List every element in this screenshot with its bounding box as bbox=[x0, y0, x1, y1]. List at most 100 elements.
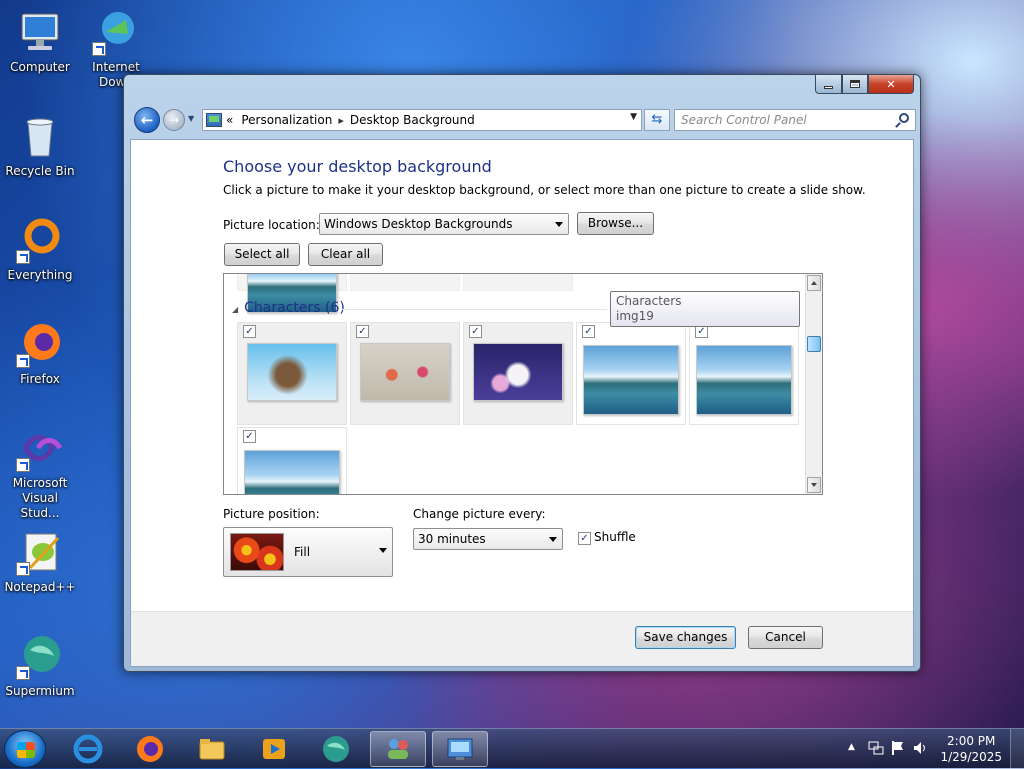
cancel-button[interactable]: Cancel bbox=[748, 626, 823, 649]
desktop-icon-firefox[interactable]: Firefox bbox=[4, 320, 76, 387]
thumbnail-tooltip: Characters img19 bbox=[610, 291, 800, 327]
tooltip-title: Characters bbox=[616, 294, 682, 308]
scroll-down-button[interactable] bbox=[807, 477, 821, 493]
desktop-icon-label: Computer bbox=[10, 60, 70, 74]
action-center-flag-icon[interactable] bbox=[890, 740, 906, 756]
system-tray: ▲ 2:00 PM 1/29/2025 bbox=[834, 729, 1024, 769]
back-button[interactable]: ← bbox=[134, 107, 160, 133]
search-input[interactable]: Search Control Panel bbox=[674, 109, 916, 131]
gallery-item[interactable]: ✓ bbox=[689, 322, 799, 425]
picture-position-label: Picture position: bbox=[223, 507, 320, 521]
search-icon[interactable] bbox=[899, 113, 909, 123]
maximize-button[interactable] bbox=[842, 75, 868, 94]
taskbar-internet-explorer[interactable] bbox=[60, 731, 116, 767]
wallpaper-thumbnail bbox=[247, 343, 337, 401]
visual-studio-icon bbox=[16, 424, 64, 472]
desktop-icon-everything[interactable]: Everything bbox=[4, 216, 76, 283]
scroll-up-button[interactable] bbox=[807, 275, 821, 291]
gallery-item[interactable]: ✓ bbox=[576, 322, 686, 425]
computer-icon bbox=[16, 8, 64, 56]
maximize-icon bbox=[850, 80, 860, 88]
show-desktop-button[interactable] bbox=[1010, 729, 1024, 769]
desktop-icon-label: Everything bbox=[7, 268, 73, 282]
network-icon[interactable] bbox=[868, 740, 884, 756]
page-title: Choose your desktop background bbox=[223, 157, 492, 176]
browse-button[interactable]: Browse... bbox=[577, 212, 654, 235]
address-dropdown-icon[interactable]: ▼ bbox=[630, 112, 637, 122]
desktop-icon-label: Firefox bbox=[20, 372, 60, 386]
refresh-button[interactable]: ⇆ bbox=[644, 109, 670, 131]
picture-location-label: Picture location: bbox=[223, 218, 320, 232]
forward-arrow-icon: → bbox=[168, 113, 180, 127]
recent-pages-dropdown[interactable]: ▼ bbox=[188, 114, 194, 123]
breadcrumb-desktop-background[interactable]: Desktop Background bbox=[350, 113, 475, 127]
desktop-icon-computer[interactable]: Computer bbox=[4, 8, 76, 75]
forward-button[interactable]: → bbox=[163, 109, 185, 131]
supermium-icon bbox=[323, 736, 349, 762]
close-icon: ✕ bbox=[886, 77, 896, 91]
gallery-item[interactable]: ✓ bbox=[463, 322, 573, 425]
collapse-triangle-icon[interactable]: ◢ bbox=[232, 305, 238, 314]
select-all-button[interactable]: Select all bbox=[224, 243, 300, 266]
everything-search-icon bbox=[16, 216, 64, 264]
show-hidden-icons-button[interactable]: ▲ bbox=[848, 742, 855, 752]
item-checkbox[interactable]: ✓ bbox=[469, 325, 482, 338]
desktop-icon-visual-studio[interactable]: Microsoft Visual Stud... bbox=[4, 424, 76, 521]
picture-position-select[interactable]: Fill bbox=[223, 527, 393, 577]
taskbar: ▲ 2:00 PM 1/29/2025 bbox=[0, 728, 1024, 769]
desktop-icon-recycle-bin[interactable]: Recycle Bin bbox=[4, 112, 76, 179]
item-checkbox[interactable]: ✓ bbox=[243, 325, 256, 338]
gallery-scrollbar[interactable] bbox=[805, 274, 822, 494]
firefox-icon bbox=[16, 320, 64, 368]
clear-all-button[interactable]: Clear all bbox=[308, 243, 383, 266]
gallery-item[interactable]: ✓ bbox=[237, 322, 347, 425]
recycle-bin-icon bbox=[16, 112, 64, 160]
taskbar-firefox[interactable] bbox=[122, 731, 178, 767]
taskbar-supermium[interactable] bbox=[308, 731, 364, 767]
clock-date: 1/29/2025 bbox=[940, 750, 1002, 764]
wallpaper-thumbnail bbox=[360, 343, 450, 401]
breadcrumb-personalization[interactable]: Personalization bbox=[241, 113, 332, 127]
scrollbar-thumb[interactable] bbox=[807, 336, 821, 352]
taskbar-file-explorer[interactable] bbox=[184, 731, 240, 767]
page-description: Click a picture to make it your desktop … bbox=[223, 183, 866, 197]
breadcrumb-prefix[interactable]: « bbox=[226, 113, 233, 127]
item-checkbox[interactable]: ✓ bbox=[356, 325, 369, 338]
picture-location-select[interactable]: Windows Desktop Backgrounds bbox=[319, 213, 569, 235]
change-picture-label: Change picture every: bbox=[413, 507, 546, 521]
notepadpp-icon bbox=[16, 528, 64, 576]
change-interval-select[interactable]: 30 minutes bbox=[413, 528, 563, 550]
address-bar[interactable]: « Personalization ▸ Desktop Background ▼ bbox=[202, 109, 642, 131]
taskbar-control-panel[interactable] bbox=[432, 731, 488, 767]
file-explorer-icon bbox=[199, 739, 225, 760]
clock[interactable]: 2:00 PM 1/29/2025 bbox=[940, 733, 1002, 765]
desktop-icon-supermium[interactable]: Supermium bbox=[4, 632, 76, 699]
shuffle-label[interactable]: Shuffle bbox=[594, 530, 636, 544]
item-checkbox[interactable]: ✓ bbox=[582, 325, 595, 338]
tooltip-filename: img19 bbox=[616, 309, 654, 323]
taskbar-users-app[interactable] bbox=[370, 731, 426, 767]
close-button[interactable]: ✕ bbox=[868, 75, 914, 94]
gallery-item[interactable]: ✓ bbox=[237, 427, 347, 494]
gallery-item[interactable]: ✓ bbox=[350, 322, 460, 425]
breadcrumb-chevron-icon[interactable]: ▸ bbox=[338, 114, 344, 127]
desktop-icon-label: Microsoft Visual Stud... bbox=[12, 476, 68, 520]
volume-icon[interactable] bbox=[912, 740, 928, 756]
minimize-button[interactable] bbox=[815, 75, 842, 94]
refresh-icon: ⇆ bbox=[651, 112, 663, 127]
gallery-item-previous[interactable] bbox=[350, 274, 460, 291]
shuffle-checkbox[interactable]: ✓ bbox=[578, 532, 591, 545]
chevron-down-icon bbox=[555, 222, 563, 227]
item-checkbox[interactable]: ✓ bbox=[243, 430, 256, 443]
search-placeholder: Search Control Panel bbox=[681, 113, 807, 127]
start-button[interactable] bbox=[4, 730, 46, 768]
back-arrow-icon: ← bbox=[140, 111, 154, 129]
wallpaper-gallery[interactable]: ◢ Characters (6) ✓ ✓ ✓ ✓ ✓ ✓ Characters … bbox=[223, 273, 823, 495]
taskbar-media-player[interactable] bbox=[246, 731, 302, 767]
save-changes-button[interactable]: Save changes bbox=[635, 626, 736, 649]
group-header-characters[interactable]: ◢ Characters (6) bbox=[232, 300, 345, 316]
gallery-item-previous[interactable] bbox=[237, 274, 347, 313]
desktop-icon-notepadpp[interactable]: Notepad++ bbox=[4, 528, 76, 595]
gallery-item-previous[interactable] bbox=[463, 274, 573, 291]
firefox-icon bbox=[137, 736, 163, 762]
